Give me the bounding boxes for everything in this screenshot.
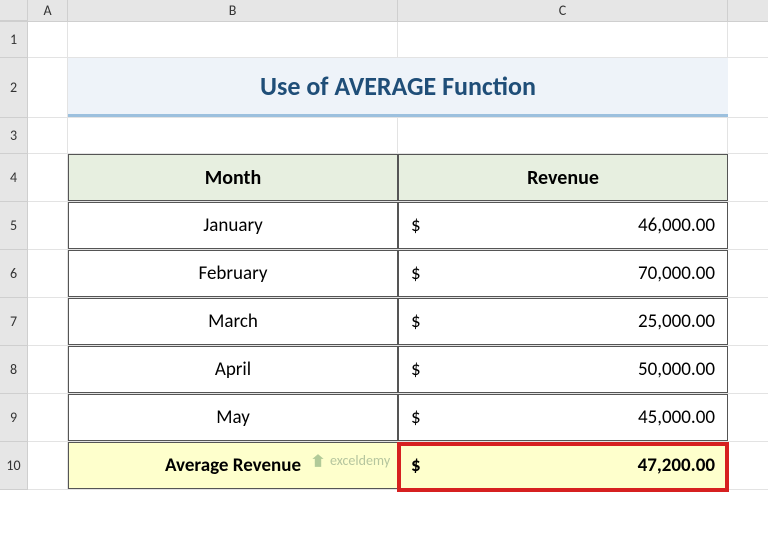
spreadsheet: A B C 1 2 3 4 5 6 7 8 9 10 Use of AVERAG… xyxy=(0,0,768,542)
row-header-10[interactable]: 10 xyxy=(0,442,28,490)
revenue-cell[interactable]: $ 25,000.00 xyxy=(398,298,728,345)
cell-A3[interactable] xyxy=(28,118,68,153)
month-cell[interactable]: January xyxy=(68,202,398,249)
currency-symbol: $ xyxy=(411,310,421,333)
month-cell[interactable]: February xyxy=(68,250,398,297)
revenue-value: 25,000.00 xyxy=(638,310,715,333)
cell-A2[interactable] xyxy=(28,58,68,117)
grid: Use of AVERAGE Function Month Revenue Ja… xyxy=(28,22,768,490)
revenue-value: 45,000.00 xyxy=(638,406,715,429)
row-4: Month Revenue xyxy=(28,154,768,202)
cell-A9[interactable] xyxy=(28,394,68,441)
row-header-4[interactable]: 4 xyxy=(0,154,28,202)
row-header-1[interactable]: 1 xyxy=(0,22,28,58)
row-header-3[interactable]: 3 xyxy=(0,118,28,154)
average-label-cell[interactable]: Average Revenue xyxy=(68,442,398,489)
cell-A10[interactable] xyxy=(28,442,68,489)
row-headers: 1 2 3 4 5 6 7 8 9 10 xyxy=(0,22,28,490)
revenue-value: 70,000.00 xyxy=(638,262,715,285)
header-revenue[interactable]: Revenue xyxy=(398,154,728,201)
average-value: 47,200.00 xyxy=(638,454,715,477)
cell-A8[interactable] xyxy=(28,346,68,393)
row-header-8[interactable]: 8 xyxy=(0,346,28,394)
revenue-cell[interactable]: $ 46,000.00 xyxy=(398,202,728,249)
revenue-value: 50,000.00 xyxy=(638,358,715,381)
cell-C1[interactable] xyxy=(398,22,728,57)
cell-A5[interactable] xyxy=(28,202,68,249)
row-1 xyxy=(28,22,768,58)
row-header-5[interactable]: 5 xyxy=(0,202,28,250)
revenue-cell[interactable]: $ 70,000.00 xyxy=(398,250,728,297)
month-cell[interactable]: May xyxy=(68,394,398,441)
table-row: February $ 70,000.00 xyxy=(28,250,768,298)
revenue-cell[interactable]: $ 45,000.00 xyxy=(398,394,728,441)
cell-C3[interactable] xyxy=(398,118,728,153)
currency-symbol: $ xyxy=(411,358,421,381)
column-headers: A B C xyxy=(0,0,768,22)
table-row: March $ 25,000.00 xyxy=(28,298,768,346)
cell-A7[interactable] xyxy=(28,298,68,345)
cell-A1[interactable] xyxy=(28,22,68,57)
cell-B1[interactable] xyxy=(68,22,398,57)
table-row: April $ 50,000.00 xyxy=(28,346,768,394)
row-header-2[interactable]: 2 xyxy=(0,58,28,118)
average-row: Average Revenue $ 47,200.00 xyxy=(28,442,768,490)
table-row: January $ 46,000.00 xyxy=(28,202,768,250)
table-row: May $ 45,000.00 xyxy=(28,394,768,442)
average-value-cell[interactable]: $ 47,200.00 xyxy=(398,442,728,489)
cell-A4[interactable] xyxy=(28,154,68,201)
revenue-cell[interactable]: $ 50,000.00 xyxy=(398,346,728,393)
row-header-6[interactable]: 6 xyxy=(0,250,28,298)
row-header-7[interactable]: 7 xyxy=(0,298,28,346)
cell-B3[interactable] xyxy=(68,118,398,153)
row-3 xyxy=(28,118,768,154)
col-header-C[interactable]: C xyxy=(398,0,728,21)
revenue-value: 46,000.00 xyxy=(638,214,715,237)
month-cell[interactable]: March xyxy=(68,298,398,345)
col-header-B[interactable]: B xyxy=(68,0,398,21)
title-cell[interactable]: Use of AVERAGE Function xyxy=(68,58,728,117)
currency-symbol: $ xyxy=(411,214,421,237)
header-month[interactable]: Month xyxy=(68,154,398,201)
currency-symbol: $ xyxy=(411,454,421,477)
row-header-9[interactable]: 9 xyxy=(0,394,28,442)
select-all-corner[interactable] xyxy=(0,0,28,21)
row-2: Use of AVERAGE Function xyxy=(28,58,768,118)
currency-symbol: $ xyxy=(411,262,421,285)
currency-symbol: $ xyxy=(411,406,421,429)
month-cell[interactable]: April xyxy=(68,346,398,393)
cell-A6[interactable] xyxy=(28,250,68,297)
col-header-A[interactable]: A xyxy=(28,0,68,21)
